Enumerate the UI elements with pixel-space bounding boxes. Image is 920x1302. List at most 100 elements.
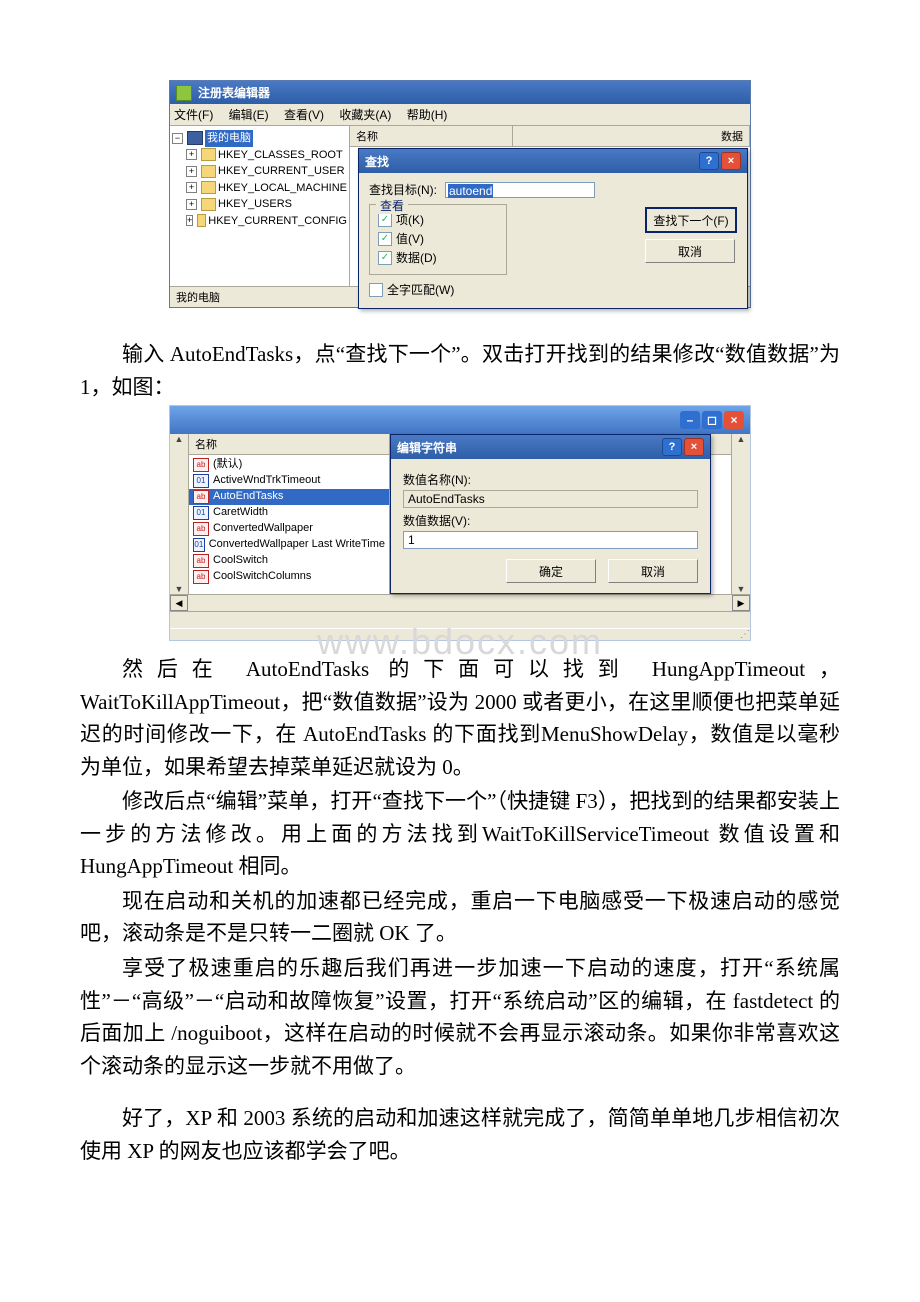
list-header: 名称 数据 [350, 126, 750, 147]
value-data-input[interactable] [403, 531, 698, 549]
resize-grip-icon[interactable]: ⋰ [170, 628, 750, 640]
col-data[interactable]: 数据 [513, 126, 750, 146]
minimize-icon[interactable]: – [680, 411, 700, 429]
find-cancel-button[interactable]: 取消 [645, 239, 735, 263]
tree-item[interactable]: HKEY_CURRENT_CONFIG [208, 213, 347, 230]
find-title-text: 查找 [365, 153, 389, 170]
cb-values[interactable]: 值(V) [396, 230, 424, 247]
list-item[interactable]: 01ConvertedWallpaper Last WriteTime [189, 537, 389, 553]
body-text: 享受了极速重启的乐趣后我们再进一步加速一下启动的速度，打开“系统属性”－“高级”… [80, 952, 840, 1082]
list-item-label: ActiveWndTrkTimeout [213, 473, 320, 489]
find-target-input[interactable]: autoend [445, 182, 595, 198]
window-title: 注册表编辑器 [198, 84, 270, 101]
tree-expand-icon[interactable]: + [186, 166, 197, 177]
scroll-left-icon[interactable]: ◀ [170, 595, 188, 611]
edit-string-title: 编辑字符串 [397, 439, 457, 456]
list-item-label: (默认) [213, 457, 242, 473]
list-item-label: CoolSwitchColumns [213, 569, 311, 585]
folder-icon [197, 214, 206, 227]
folder-icon [201, 165, 216, 178]
list-item[interactable]: 01 ActiveWndTrkTimeout [189, 473, 389, 489]
list-header: 名称 [189, 434, 389, 455]
list-item-label: CoolSwitch [213, 553, 268, 569]
list-item-label: CaretWidth [213, 505, 268, 521]
checkbox-icon[interactable] [369, 283, 383, 297]
find-next-button[interactable]: 查找下一个(F) [645, 207, 737, 233]
find-titlebar: 查找 ? × [359, 149, 747, 173]
tree-item[interactable]: HKEY_CURRENT_USER [218, 163, 345, 180]
tree-item[interactable]: HKEY_LOCAL_MACHINE [218, 180, 347, 197]
regedit-titlebar: 注册表编辑器 [170, 81, 750, 104]
cancel-button[interactable]: 取消 [608, 559, 698, 583]
list-item[interactable]: abAutoEndTasks [189, 489, 389, 505]
body-text: 修改后点“编辑”菜单，打开“查找下一个”（快捷键 F3），把找到的结果都安装上一… [80, 785, 840, 883]
scroll-up-icon[interactable]: ▲ [737, 434, 746, 444]
regedit-icon [176, 85, 192, 101]
menu-edit[interactable]: 编辑(E) [229, 108, 269, 122]
value-name-label: 数值名称(N): [403, 471, 698, 488]
registry-tree[interactable]: − 我的电脑 + HKEY_CLASSES_ROOT + HKEY_CURREN… [170, 126, 350, 286]
list-item[interactable]: abCoolSwitch [189, 553, 389, 569]
list-item[interactable]: ab (默认) [189, 457, 389, 473]
help-icon[interactable]: ? [699, 152, 719, 170]
list-item-label: ConvertedWallpaper Last WriteTime [209, 537, 385, 553]
list-item[interactable]: 01 CaretWidth [189, 505, 389, 521]
checkbox-icon[interactable]: ✓ [378, 213, 392, 227]
scroll-right-icon[interactable]: ▶ [732, 595, 750, 611]
horizontal-scrollbar[interactable]: ◀ ▶ [170, 594, 750, 611]
tree-item[interactable]: HKEY_CLASSES_ROOT [218, 147, 343, 164]
folder-icon [201, 148, 216, 161]
close-icon[interactable]: × [724, 411, 744, 429]
find-look-legend: 查看 [376, 197, 408, 214]
scroll-down-icon[interactable]: ▼ [175, 584, 184, 594]
menu-bar: 文件(F) 编辑(E) 查看(V) 收藏夹(A) 帮助(H) [170, 104, 750, 126]
menu-fav[interactable]: 收藏夹(A) [339, 108, 391, 122]
string-value-icon: ab [193, 458, 209, 472]
value-data-label: 数值数据(V): [403, 512, 698, 529]
value-list[interactable]: 名称 ab(默认)01ActiveWndTrkTimeoutabAutoEndT… [189, 434, 390, 594]
close-icon[interactable]: × [684, 438, 704, 456]
tree-expand-icon[interactable]: + [186, 149, 197, 160]
edit-string-dialog: 编辑字符串 ? × 数值名称(N): 数值数据(V): 确定 取消 [390, 434, 711, 594]
list-item[interactable]: ab ConvertedWallpaper [189, 521, 389, 537]
menu-help[interactable]: 帮助(H) [407, 108, 448, 122]
maximize-icon[interactable]: ◻ [702, 411, 722, 429]
scroll-down-icon[interactable]: ▼ [737, 584, 746, 594]
find-target-value: autoend [448, 184, 493, 198]
col-name[interactable]: 名称 [195, 436, 383, 452]
tree-item[interactable]: HKEY_USERS [218, 196, 292, 213]
list-item-label: AutoEndTasks [213, 489, 283, 505]
tree-root[interactable]: 我的电脑 [205, 130, 253, 147]
menu-file[interactable]: 文件(F) [174, 108, 213, 122]
tree-collapse-icon[interactable]: − [172, 133, 183, 144]
tree-expand-icon[interactable]: + [186, 215, 193, 226]
checkbox-icon[interactable]: ✓ [378, 251, 392, 265]
list-item-label: ConvertedWallpaper [213, 521, 313, 537]
string-value-icon: ab [193, 570, 209, 584]
close-icon[interactable]: × [721, 152, 741, 170]
tree-expand-icon[interactable]: + [186, 182, 197, 193]
binary-value-icon: 01 [193, 474, 209, 488]
binary-value-icon: 01 [193, 506, 209, 520]
status-bar [170, 611, 750, 628]
tree-expand-icon[interactable]: + [186, 199, 197, 210]
scroll-up-icon[interactable]: ▲ [175, 434, 184, 444]
regedit-window: 注册表编辑器 文件(F) 编辑(E) 查看(V) 收藏夹(A) 帮助(H) − … [169, 80, 751, 308]
regedit-edit-window: – ◻ × ▲ ▼ 名称 ab (默认) 01 ActiveWndTrkTimeout… [169, 405, 751, 641]
cb-whole[interactable]: 全字匹配(W) [387, 281, 454, 298]
list-item[interactable]: ab CoolSwitchColumns [189, 569, 389, 585]
vertical-scrollbar-right[interactable]: ▲ ▼ [731, 434, 750, 594]
find-target-label: 查找目标(N): [369, 181, 437, 198]
cb-data[interactable]: 数据(D) [396, 249, 437, 266]
ok-button[interactable]: 确定 [506, 559, 596, 583]
menu-view[interactable]: 查看(V) [284, 108, 324, 122]
edit-string-titlebar: 编辑字符串 ? × [391, 435, 710, 459]
body-text: 现在启动和关机的加速都已经完成，重启一下电脑感受一下极速启动的感觉吧，滚动条是不… [80, 885, 840, 950]
help-icon[interactable]: ? [662, 438, 682, 456]
col-name[interactable]: 名称 [350, 126, 513, 146]
vertical-scrollbar-left[interactable]: ▲ ▼ [170, 434, 189, 594]
checkbox-icon[interactable]: ✓ [378, 232, 392, 246]
value-name-input [403, 490, 698, 508]
body-text: 好了，XP 和 2003 系统的启动和加速这样就完成了，简简单单地几步相信初次使… [80, 1102, 840, 1167]
string-value-icon: ab [193, 522, 209, 536]
